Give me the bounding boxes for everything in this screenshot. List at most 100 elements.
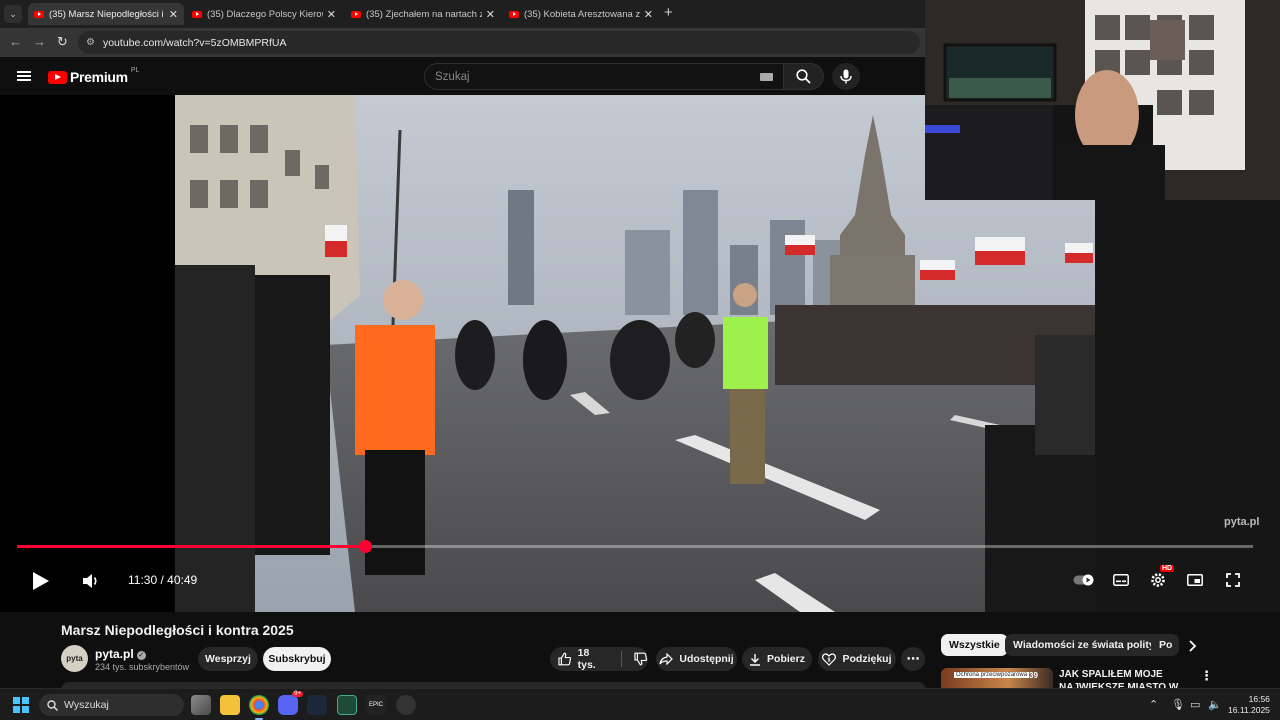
more-vertical-icon[interactable]: ⋮	[1200, 668, 1213, 684]
reload-icon[interactable]: ↻	[57, 34, 68, 50]
search-placeholder: Szukaj	[435, 70, 470, 83]
support-label: Wesprzyj	[205, 653, 251, 665]
browser-toolbar: ← → ↻ ⚙ youtube.com/watch?v=5zOMBMPRfUA	[0, 28, 925, 57]
logo-word: Premium	[70, 69, 128, 85]
thanks-heart-icon: $	[822, 652, 837, 666]
fullscreen-icon[interactable]	[1226, 573, 1240, 587]
taskbar-search-label: Wyszukaj	[64, 699, 109, 711]
verified-check-icon: ✓	[136, 651, 146, 660]
download-button[interactable]: Pobierz	[742, 647, 812, 671]
logo-country-code: PL	[130, 66, 140, 74]
taskbar-search[interactable]: Wyszukaj	[39, 694, 184, 716]
menu-icon[interactable]	[17, 71, 31, 81]
chevron-right-icon[interactable]	[1188, 640, 1197, 652]
close-tab-icon[interactable]: ✕	[169, 8, 178, 21]
microphone-tray-icon[interactable]: 🎙	[1171, 698, 1185, 711]
chrome-icon[interactable]	[249, 695, 269, 720]
dislike-icon[interactable]	[634, 652, 648, 666]
download-label: Pobierz	[767, 653, 805, 665]
youtube-favicon-icon	[192, 10, 202, 18]
youtube-premium-logo[interactable]: Premium PL	[48, 66, 140, 85]
share-label: Udostępnij	[679, 653, 734, 665]
like-dislike-group: 18 tys.	[550, 647, 648, 671]
more-horizontal-icon: ⋯	[906, 651, 920, 666]
play-icon[interactable]	[32, 571, 50, 591]
thanks-button[interactable]: $ Podziękuj	[818, 647, 896, 671]
xbox-app-icon[interactable]	[337, 695, 357, 715]
close-tab-icon[interactable]: ✕	[327, 8, 336, 21]
thumbnail-overlay-number: 39	[1029, 671, 1038, 680]
subscribe-label: Subskrybuj	[268, 653, 326, 665]
time-display: 11:30 / 40:49	[128, 573, 198, 587]
hd-badge: HD	[1160, 565, 1175, 572]
voice-search-button[interactable]	[832, 63, 860, 90]
youtube-favicon-icon	[34, 10, 44, 18]
browser-tab-2[interactable]: (35) Dlaczego Polscy Kierowcy Mają ✕	[186, 3, 342, 25]
youtube-masthead: Premium PL Szukaj	[0, 57, 925, 95]
browser-tab-4[interactable]: (35) Kobieta Aresztowana za Upomnienie ✕	[503, 3, 659, 25]
subscribe-button[interactable]: Subskrybuj	[263, 647, 331, 671]
obs-icon[interactable]	[396, 695, 416, 715]
new-tab-button[interactable]: +	[664, 4, 673, 21]
tab-title: (35) Zjechałem na nartach z Mount	[366, 8, 482, 20]
site-info-icon[interactable]: ⚙	[86, 37, 95, 48]
keyboard-icon[interactable]	[760, 73, 773, 81]
thanks-label: Podziękuj	[842, 653, 892, 665]
miniplayer-icon[interactable]	[1187, 574, 1203, 586]
address-bar[interactable]: ⚙ youtube.com/watch?v=5zOMBMPRfUA	[78, 31, 920, 54]
search-icon	[47, 699, 58, 711]
search-button[interactable]	[784, 63, 824, 90]
discord-icon[interactable]: 9+	[278, 691, 303, 715]
forward-icon[interactable]: →	[33, 34, 46, 49]
epic-games-icon[interactable]: EPIC	[366, 695, 386, 715]
search-input[interactable]: Szukaj	[424, 63, 784, 90]
system-clock[interactable]: 16:56 16.11.2025	[1228, 694, 1270, 716]
watch-metadata: Marsz Niepodległości i kontra 2025 pyta …	[0, 612, 1280, 706]
network-icon[interactable]: ▭	[1190, 698, 1200, 711]
browser-tab-3[interactable]: (35) Zjechałem na nartach z Mount ✕	[345, 3, 501, 25]
recommended-video-thumbnail[interactable]: Ochrona przeciwpożarowa 39	[941, 668, 1053, 688]
clock-date: 16.11.2025	[1228, 705, 1270, 715]
channel-watermark: pyta.pl	[1224, 516, 1260, 528]
tab-title: (35) Marsz Niepodległości i kontra 2025	[49, 8, 165, 20]
more-actions-button[interactable]: ⋯	[901, 647, 925, 671]
video-title: Marsz Niepodległości i kontra 2025	[61, 622, 294, 638]
subtitles-icon[interactable]	[1113, 574, 1129, 586]
back-icon[interactable]: ←	[9, 34, 22, 49]
microphone-icon	[840, 69, 852, 84]
close-tab-icon[interactable]: ✕	[486, 8, 495, 21]
speaker-icon[interactable]: 🔈	[1208, 698, 1222, 711]
file-explorer-icon[interactable]	[220, 695, 240, 715]
close-tab-icon[interactable]: ✕	[644, 8, 653, 21]
windows-taskbar: Wyszukaj 9+ EPIC ⌃ 🎙 ▭ 🔈 16:56 16.11.202…	[0, 688, 1280, 720]
progress-bar[interactable]	[17, 540, 1253, 553]
channel-name-row[interactable]: pyta.pl ✓	[95, 647, 146, 661]
autoplay-toggle-icon[interactable]	[1073, 574, 1095, 586]
settings-gear-icon[interactable]	[1150, 572, 1166, 588]
channel-avatar[interactable]: pyta	[61, 645, 88, 672]
steam-icon[interactable]	[307, 695, 327, 715]
like-icon[interactable]	[558, 652, 572, 666]
chip-more[interactable]: Po	[1151, 634, 1179, 656]
chip-all[interactable]: Wszystkie	[941, 634, 1008, 656]
like-count[interactable]: 18 tys.	[578, 647, 610, 671]
channel-name[interactable]: pyta.pl	[95, 647, 134, 661]
chip-politics-news[interactable]: Wiadomości ze świata polityki	[1005, 634, 1172, 656]
download-icon	[750, 653, 761, 666]
svg-text:$: $	[828, 657, 831, 663]
volume-icon[interactable]	[82, 572, 100, 590]
youtube-favicon-icon	[509, 10, 519, 18]
support-button[interactable]: Wesprzyj	[198, 647, 258, 671]
tab-search-button[interactable]: ⌄	[4, 5, 22, 23]
share-button[interactable]: Udostępnij	[656, 647, 737, 671]
url-text: youtube.com/watch?v=5zOMBMPRfUA	[102, 36, 287, 49]
youtube-play-logo-icon	[48, 70, 67, 84]
search-icon	[796, 69, 811, 84]
task-view-icon[interactable]	[191, 695, 211, 715]
clock-time: 16:56	[1248, 694, 1270, 704]
tray-overflow-icon[interactable]: ⌃	[1149, 698, 1158, 711]
progress-played	[17, 545, 366, 548]
windows-start-icon[interactable]	[13, 697, 29, 713]
browser-tab-1[interactable]: (35) Marsz Niepodległości i kontra 2025 …	[28, 3, 184, 25]
webcam-overlay	[925, 0, 1280, 200]
